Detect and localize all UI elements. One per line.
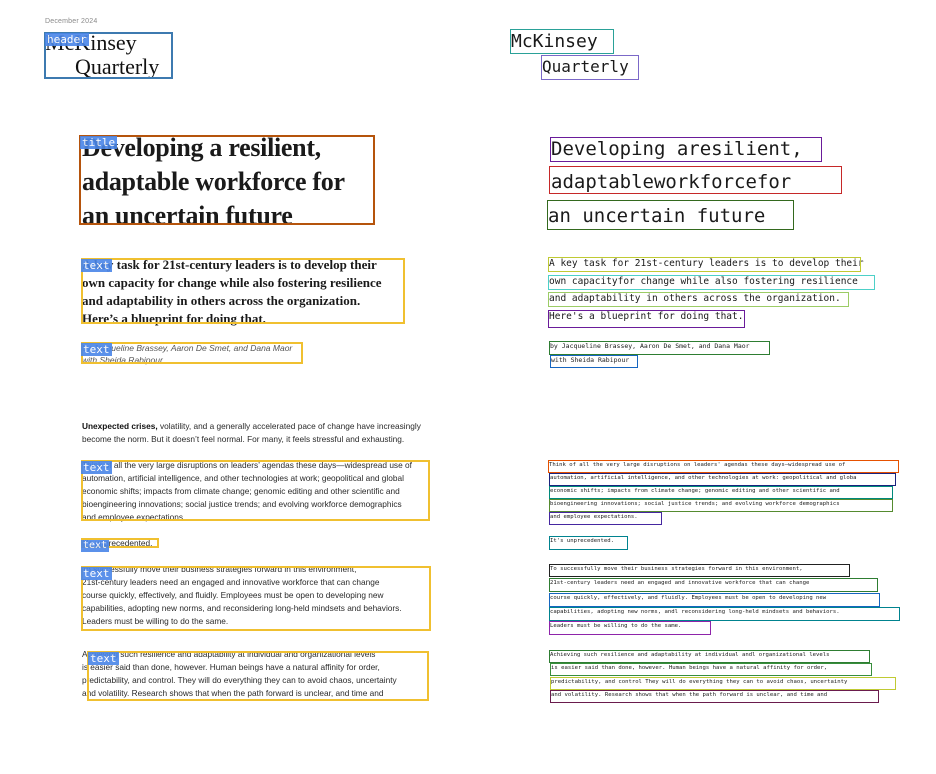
ocr-lead-line-box (548, 310, 745, 328)
ocr-logo-line-2-box (541, 55, 639, 80)
paragraph-2-region-tag: text (81, 540, 110, 552)
authors-region-box (81, 342, 303, 364)
ocr-paragraph-4-line-box (550, 663, 872, 676)
title-region-tag: title (80, 136, 118, 149)
lead-region-box (81, 258, 405, 324)
lead-region-tag: text (81, 259, 112, 272)
paragraph-4-region-tag: text (88, 652, 119, 665)
paragraph-4-region-box (87, 651, 429, 701)
paragraph-1-region-tag: text (81, 461, 112, 474)
header-region-tag: header (45, 33, 89, 46)
paragraph-3-region-box (81, 566, 431, 631)
ocr-paragraph-1-line-box (549, 499, 893, 512)
ocr-paragraph-1-line-box (549, 512, 662, 525)
ocr-paragraph-1-line-box (549, 473, 896, 486)
ocr-title-line-3-box (547, 200, 794, 230)
ocr-title-line-2-box (549, 166, 842, 194)
ocr-paragraph-3-line-box (549, 564, 850, 577)
paragraph-1-region-box (81, 460, 430, 521)
intro-paragraph: Unexpected crises, volatility, and a gen… (82, 420, 432, 446)
intro-line-rest: volatility, and a generally accelerated … (159, 421, 421, 431)
intro-line: become the norm. But it doesn’t feel nor… (82, 434, 405, 444)
ocr-paragraph-4-line-box (550, 677, 896, 690)
intro-line: Unexpected crises, volatility, and a gen… (82, 420, 432, 433)
ocr-paragraph-3-line-box (549, 607, 900, 621)
ocr-paragraph-4-line-box (549, 650, 870, 663)
ocr-lead-line-box (548, 275, 875, 290)
authors-region-tag: text (81, 343, 112, 356)
title-region-box (79, 135, 375, 225)
ocr-paragraph-1-line-box (548, 460, 899, 473)
ocr-lead-line-box (548, 257, 861, 272)
ocr-paragraph-3-line-box (549, 593, 880, 607)
ocr-paragraph-3-line-box (549, 578, 878, 592)
ocr-logo-line-1-box (510, 29, 614, 54)
issue-date: December 2024 (45, 18, 98, 25)
ocr-lead-line-box (548, 292, 849, 307)
ocr-paragraph-2-line-box (549, 536, 628, 550)
ocr-authors-line-box (550, 355, 638, 368)
paragraph-3-region-tag: text (81, 567, 112, 580)
ocr-title-line-1-box (550, 137, 822, 162)
ocr-authors-line-box (549, 341, 770, 355)
ocr-paragraph-4-line-box (550, 690, 879, 703)
intro-lead-in: Unexpected crises, (82, 421, 158, 431)
ocr-paragraph-3-line-box (549, 621, 711, 635)
ocr-paragraph-1-line-box (549, 486, 893, 499)
